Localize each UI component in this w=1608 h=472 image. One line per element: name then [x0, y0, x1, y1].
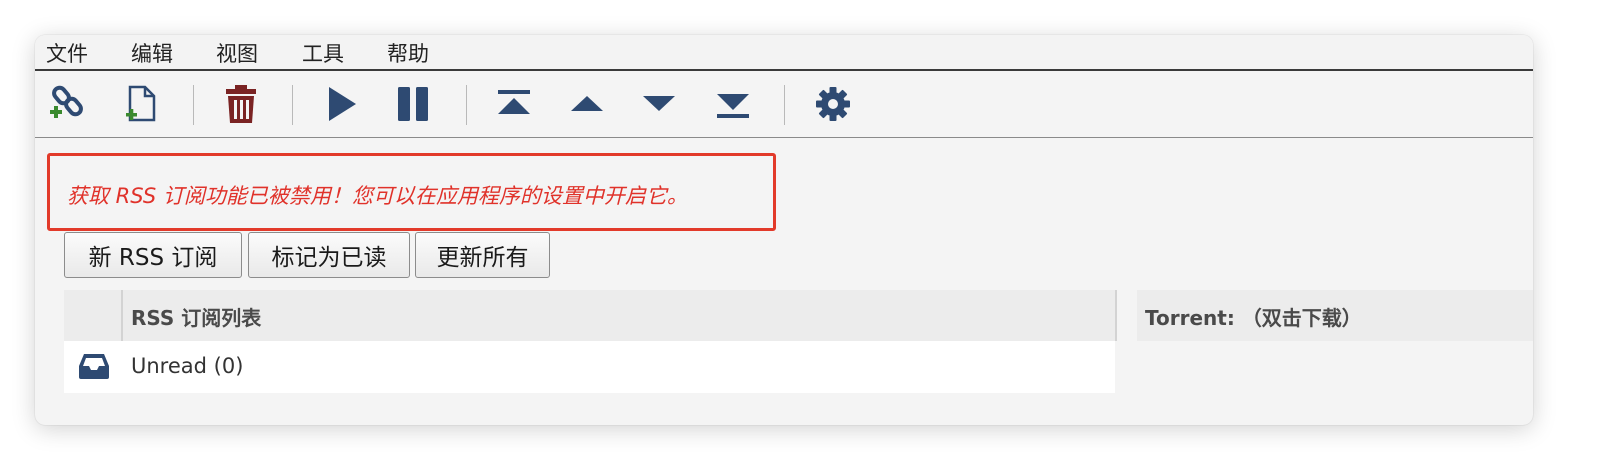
menu-view[interactable]: 视图: [216, 38, 258, 68]
inbox-icon: [78, 352, 110, 384]
settings-icon: [816, 87, 850, 121]
options-button[interactable]: [811, 83, 855, 125]
pause-icon: [398, 87, 428, 121]
add-file-icon: [126, 85, 156, 122]
torrent-list: Torrent: （双击下载）: [1137, 290, 1533, 341]
add-link-icon: [50, 85, 83, 118]
rss-feed-list: RSS 订阅列表 Unread (0): [64, 290, 1117, 393]
move-down-icon: [643, 96, 675, 111]
add-torrent-file-button[interactable]: [119, 83, 163, 125]
warning-text: 获取 RSS 订阅功能已被禁用！您可以在应用程序的设置中开启它。: [67, 184, 688, 208]
menu-tools[interactable]: 工具: [302, 38, 344, 68]
update-all-button[interactable]: 更新所有: [415, 232, 550, 278]
move-down-button[interactable]: [637, 83, 681, 125]
feed-item-label: Unread (0): [131, 354, 244, 378]
play-icon: [329, 87, 356, 121]
toolbar-separator: [784, 85, 785, 125]
new-rss-feed-button[interactable]: 新 RSS 订阅: [64, 232, 242, 278]
move-top-button[interactable]: [492, 83, 536, 125]
menu-bar: 文件 编辑 视图 工具 帮助: [35, 35, 1533, 71]
toolbar-separator: [193, 85, 194, 125]
move-bottom-button[interactable]: [711, 83, 755, 125]
mark-as-read-button[interactable]: 标记为已读: [248, 232, 410, 278]
feed-list-header: RSS 订阅列表: [64, 290, 1117, 341]
torrent-list-header: Torrent: （双击下载）: [1145, 306, 1362, 330]
resume-button[interactable]: [319, 83, 363, 125]
toolbar-separator: [292, 85, 293, 125]
feed-list-header-title: RSS 订阅列表: [131, 306, 262, 330]
delete-button[interactable]: [219, 83, 263, 125]
move-up-icon: [571, 96, 603, 111]
menu-file[interactable]: 文件: [46, 38, 88, 68]
toolbar: [35, 71, 1533, 138]
rss-disabled-warning: 获取 RSS 订阅功能已被禁用！您可以在应用程序的设置中开启它。: [47, 153, 776, 231]
move-up-button[interactable]: [565, 83, 609, 125]
move-bottom-icon: [717, 94, 749, 118]
app-window: 文件 编辑 视图 工具 帮助 获取 RSS 订阅功能已被禁用！您可以在应用程序的…: [35, 35, 1533, 425]
pause-button[interactable]: [391, 83, 435, 125]
list-item[interactable]: Unread (0): [64, 341, 1115, 393]
move-top-icon: [498, 90, 530, 114]
menu-edit[interactable]: 编辑: [131, 38, 173, 68]
feed-list-header-icon-column: [64, 290, 123, 341]
menu-help[interactable]: 帮助: [387, 38, 429, 68]
delete-icon: [226, 85, 256, 123]
add-torrent-link-button[interactable]: [46, 83, 90, 125]
toolbar-separator: [466, 85, 467, 125]
